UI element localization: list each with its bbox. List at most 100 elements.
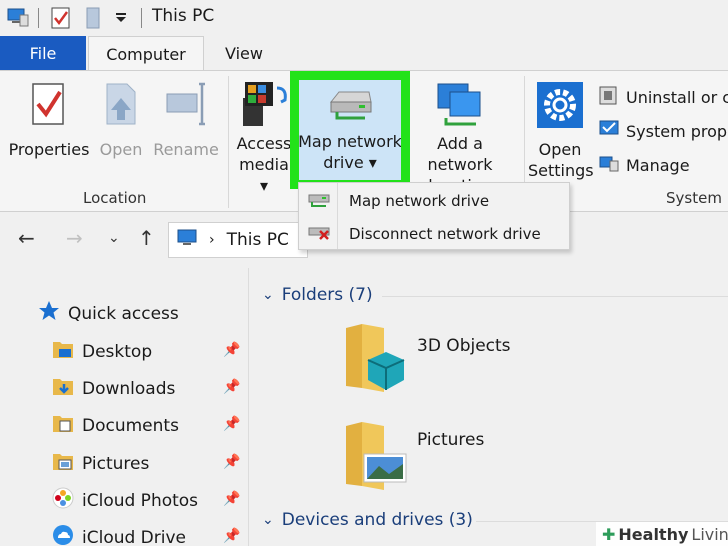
rename-button[interactable]: Rename <box>152 80 220 160</box>
title-separator <box>141 8 142 28</box>
nav-item-pictures[interactable]: Pictures <box>52 450 149 477</box>
add-network-location-button[interactable]: Add a network location <box>404 80 516 196</box>
properties-icon <box>6 80 92 133</box>
access-media-label-text: media <box>239 155 289 174</box>
tab-file[interactable]: File <box>0 36 86 70</box>
uninstall-button[interactable]: Uninstall or ch <box>598 84 728 110</box>
chevron-down-icon[interactable] <box>114 10 128 29</box>
menu-item-map-network-drive[interactable]: Map network drive <box>299 184 569 217</box>
icloud-photos-icon <box>52 487 74 514</box>
pin-icon[interactable]: 📌 <box>223 416 240 432</box>
this-pc-icon <box>177 229 199 252</box>
access-media-label-line2: media ▾ <box>234 154 294 196</box>
pin-icon[interactable]: 📌 <box>223 342 240 358</box>
manage-icon <box>598 152 620 178</box>
gear-icon <box>528 80 592 135</box>
forward-arrow-icon[interactable]: → <box>66 226 83 250</box>
pin-icon[interactable]: 📌 <box>223 379 240 395</box>
chevron-right-icon: › <box>209 232 215 248</box>
address-path: This PC <box>226 230 289 250</box>
open-icon <box>96 80 146 133</box>
open-settings-label-line1: Open <box>538 140 582 159</box>
open-settings-button[interactable]: Open Settings <box>528 80 594 181</box>
section-header-label: Folders (7) <box>281 285 373 305</box>
nav-item-label: Quick access <box>68 303 179 324</box>
computer-icon[interactable] <box>6 6 30 32</box>
pane-separator <box>248 268 249 546</box>
watermark-brand: Healthy <box>618 524 689 544</box>
nav-item-label: Documents <box>82 415 179 436</box>
open-button[interactable]: Open <box>96 80 146 160</box>
map-network-drive-menu: Map network drive Disconnect network dri… <box>298 182 570 250</box>
open-settings-label-line2: Settings <box>528 161 594 180</box>
open-label: Open <box>99 140 143 159</box>
title-bar: This PC <box>0 0 728 36</box>
add-network-location-label-line1: Add a network <box>427 134 493 174</box>
disconnect-drive-icon <box>307 222 331 246</box>
up-arrow-icon[interactable]: ↑ <box>138 226 155 250</box>
uninstall-icon <box>598 84 620 110</box>
tab-view[interactable]: View <box>208 36 280 70</box>
highlight-box <box>290 71 410 189</box>
star-icon <box>38 300 60 327</box>
uninstall-label: Uninstall or ch <box>626 87 728 107</box>
system-properties-button[interactable]: System prope <box>598 118 728 144</box>
new-folder-icon[interactable] <box>84 6 102 34</box>
address-bar[interactable]: › This PC <box>168 222 308 258</box>
rename-label: Rename <box>153 140 219 159</box>
properties-check-icon[interactable] <box>50 6 72 34</box>
nav-item-desktop[interactable]: Desktop <box>52 338 152 365</box>
leaf-cross-icon: ✚ <box>602 524 616 544</box>
icloud-drive-icon <box>52 524 74 546</box>
pin-icon[interactable]: 📌 <box>223 454 240 470</box>
desktop-folder-icon <box>52 338 74 365</box>
menu-item-disconnect-network-drive[interactable]: Disconnect network drive <box>299 217 569 250</box>
pictures-folder-icon <box>52 450 74 477</box>
media-server-icon <box>234 80 294 133</box>
manage-button[interactable]: Manage <box>598 152 690 178</box>
back-arrow-icon[interactable]: ← <box>18 226 35 250</box>
group-label-location: Location <box>83 189 147 207</box>
tab-computer[interactable]: Computer <box>88 36 204 72</box>
ribbon-tabs: File Computer View <box>0 36 728 72</box>
system-properties-label: System prope <box>626 121 728 141</box>
properties-label: Properties <box>8 140 90 159</box>
title-separator <box>38 8 39 28</box>
chevron-down-icon: ⌄ <box>262 287 274 303</box>
nav-item-label: Downloads <box>82 378 176 399</box>
pictures-folder-icon <box>344 418 408 495</box>
chevron-down-icon: ⌄ <box>262 512 274 528</box>
pin-icon[interactable]: 📌 <box>223 528 240 544</box>
nav-item-label: iCloud Photos <box>82 490 199 511</box>
nav-item-downloads[interactable]: Downloads <box>52 375 175 402</box>
access-media-label-line1: Access <box>236 134 292 153</box>
section-header-folders[interactable]: ⌄ Folders (7) <box>262 285 373 305</box>
folder-label: Pictures <box>417 430 485 450</box>
nav-item-label: iCloud Drive <box>82 527 187 546</box>
dropdown-arrow-icon: ▾ <box>259 176 269 195</box>
healthy-living-watermark: ✚ Healthy Living <box>596 522 728 546</box>
group-separator <box>228 76 229 208</box>
nav-item-documents[interactable]: Documents <box>52 412 179 439</box>
system-properties-icon <box>598 118 620 144</box>
folder-label: 3D Objects <box>417 336 511 356</box>
rename-icon <box>152 80 220 133</box>
nav-item-icloud-photos[interactable]: iCloud Photos <box>52 487 198 514</box>
pin-icon[interactable]: 📌 <box>223 491 240 507</box>
network-drive-icon <box>307 189 331 213</box>
group-label-system: System <box>666 189 722 207</box>
nav-item-quick-access[interactable]: Quick access <box>38 300 179 327</box>
section-header-devices[interactable]: ⌄ Devices and drives (3) <box>262 510 473 530</box>
nav-item-icloud-drive[interactable]: iCloud Drive <box>52 524 186 546</box>
nav-item-label: Desktop <box>82 341 153 362</box>
window-title: This PC <box>152 6 215 26</box>
access-media-button[interactable]: Access media ▾ <box>234 80 294 196</box>
menu-item-label: Map network drive <box>349 191 490 210</box>
network-location-icon <box>404 80 516 133</box>
menu-item-label: Disconnect network drive <box>349 224 541 243</box>
properties-button[interactable]: Properties <box>6 80 92 160</box>
documents-folder-icon <box>52 412 74 439</box>
watermark-brand-2: Living <box>691 524 728 544</box>
recent-chevron-icon[interactable]: ⌄ <box>108 230 120 246</box>
manage-label: Manage <box>626 155 690 175</box>
